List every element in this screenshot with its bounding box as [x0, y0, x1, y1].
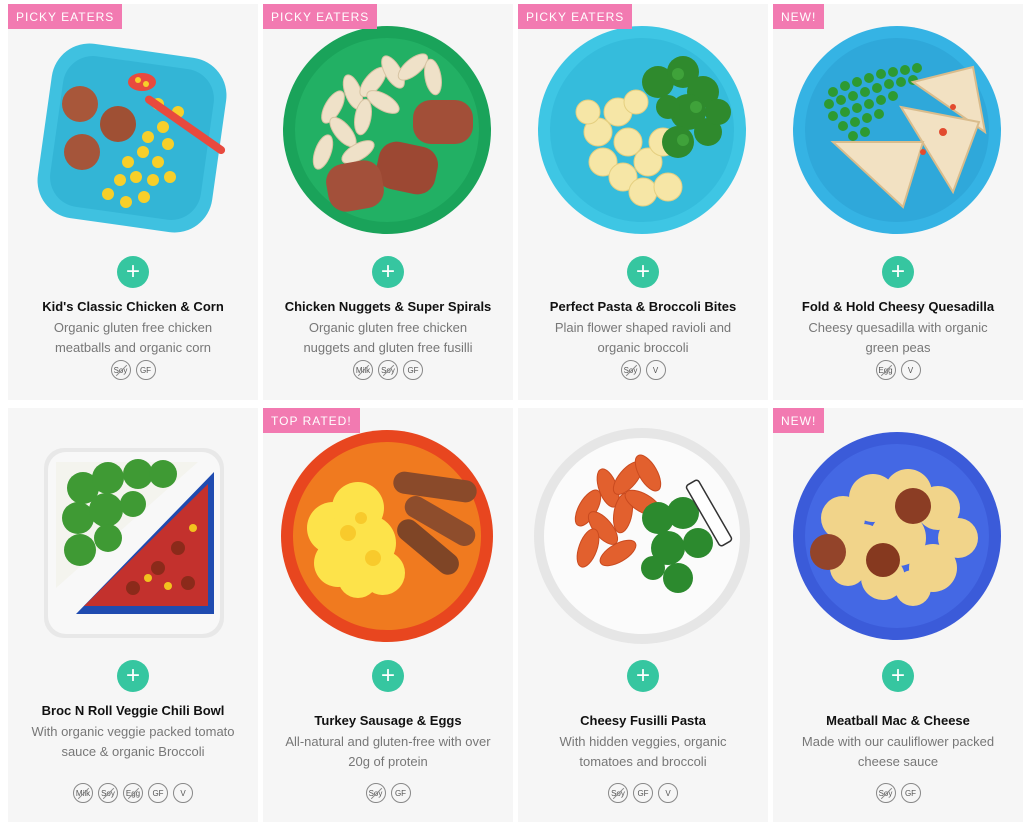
- meal-card-nuggets-spirals[interactable]: PICKY EATERS + Chicken Nuggets & Super S…: [263, 4, 513, 400]
- meal-image-fusilli: [534, 428, 750, 644]
- picky-eaters-badge: PICKY EATERS: [8, 4, 123, 29]
- meal-description: Organic gluten free chicken meatballs an…: [53, 320, 213, 355]
- meal-description: Plain flower shaped ravioli and organic …: [554, 320, 732, 355]
- dietary-tags: Soy GF V: [518, 783, 768, 803]
- meal-image-chicken-corn: [37, 43, 227, 233]
- add-to-cart-button[interactable]: +: [372, 660, 404, 692]
- gluten-free-tag: GF: [148, 783, 168, 803]
- soy-free-tag: Soy: [608, 783, 628, 803]
- picky-eaters-badge: PICKY EATERS: [263, 4, 378, 29]
- add-to-cart-button[interactable]: +: [117, 256, 149, 288]
- vegetarian-tag: V: [173, 783, 193, 803]
- soy-free-tag: Soy: [98, 783, 118, 803]
- dietary-tags: Milk Soy GF: [263, 360, 513, 380]
- dietary-tags: Soy GF: [263, 783, 513, 803]
- new-badge: NEW!: [773, 4, 825, 29]
- meal-image-pasta-broccoli: [538, 26, 746, 234]
- add-to-cart-button[interactable]: +: [117, 660, 149, 692]
- meal-card-sausage-eggs[interactable]: TOP RATED! + Turkey Sausage & Eggs All-n…: [263, 408, 513, 822]
- soy-free-tag: Soy: [110, 360, 131, 380]
- milk-free-tag: Milk: [353, 360, 373, 380]
- meal-name: Kid's Classic Chicken & Corn: [42, 299, 224, 314]
- meal-description: With hidden veggies, organic tomatoes an…: [559, 734, 727, 769]
- meal-name: Broc N Roll Veggie Chili Bowl: [41, 703, 225, 718]
- dietary-tags: Soy GF: [8, 360, 258, 380]
- add-to-cart-button[interactable]: +: [627, 256, 659, 288]
- gluten-free-tag: GF: [900, 783, 921, 803]
- dietary-tags: Egg V: [773, 360, 1023, 380]
- meal-card-meatball-mac[interactable]: NEW! + Meatball Mac & Cheese Made with o…: [773, 408, 1023, 822]
- soy-free-tag: Soy: [620, 360, 641, 380]
- meal-name: Chicken Nuggets & Super Spirals: [284, 299, 492, 314]
- picky-eaters-badge: PICKY EATERS: [518, 4, 633, 29]
- dietary-tags: Milk Soy Egg GF V: [8, 783, 258, 803]
- vegetarian-tag: V: [645, 360, 666, 380]
- add-to-cart-button[interactable]: +: [627, 660, 659, 692]
- egg-free-tag: Egg: [123, 783, 143, 803]
- gluten-free-tag: GF: [135, 360, 156, 380]
- meal-image-quesadilla: [793, 26, 1001, 234]
- milk-free-tag: Milk: [73, 783, 93, 803]
- new-badge: NEW!: [773, 408, 825, 433]
- meal-card-chili-bowl[interactable]: + Broc N Roll Veggie Chili Bowl With org…: [8, 408, 258, 822]
- meal-description: Cheesy quesadilla with organic green pea…: [808, 320, 988, 355]
- egg-free-tag: Egg: [875, 360, 896, 380]
- meal-name: Perfect Pasta & Broccoli Bites: [549, 299, 737, 314]
- gluten-free-tag: GF: [403, 360, 423, 380]
- meal-description: With organic veggie packed tomato sauce …: [31, 724, 235, 759]
- meal-name: Cheesy Fusilli Pasta: [580, 713, 706, 728]
- gluten-free-tag: GF: [390, 783, 411, 803]
- meal-grid: PICKY EATERS + Kid's Classic Chicken & C…: [0, 0, 1024, 826]
- meal-image-chili-bowl: [44, 448, 224, 638]
- gluten-free-tag: GF: [633, 783, 653, 803]
- top-rated-badge: TOP RATED!: [263, 408, 360, 433]
- soy-free-tag: Soy: [365, 783, 386, 803]
- meal-image-meatball-mac: [793, 432, 1001, 640]
- soy-free-tag: Soy: [378, 360, 398, 380]
- meal-image-sausage-eggs: [281, 430, 493, 642]
- add-to-cart-button[interactable]: +: [372, 256, 404, 288]
- meal-image-nuggets-spirals: [283, 26, 491, 234]
- meal-name: Fold & Hold Cheesy Quesadilla: [801, 299, 995, 314]
- soy-free-tag: Soy: [875, 783, 896, 803]
- meal-card-pasta-broccoli[interactable]: PICKY EATERS + Perfect Pasta & Broccoli …: [518, 4, 768, 400]
- meal-description: Made with our cauliflower packed cheese …: [801, 734, 995, 769]
- meal-card-chicken-corn[interactable]: PICKY EATERS + Kid's Classic Chicken & C…: [8, 4, 258, 400]
- dietary-tags: Soy GF: [773, 783, 1023, 803]
- meal-name: Meatball Mac & Cheese: [826, 713, 970, 728]
- meal-card-fusilli[interactable]: + Cheesy Fusilli Pasta With hidden veggi…: [518, 408, 768, 822]
- vegetarian-tag: V: [900, 360, 921, 380]
- add-to-cart-button[interactable]: +: [882, 256, 914, 288]
- meal-card-quesadilla[interactable]: NEW! + Fold & Hold Cheesy Quesadilla Che…: [773, 4, 1023, 400]
- meal-description: Organic gluten free chicken nuggets and …: [303, 320, 473, 355]
- add-to-cart-button[interactable]: +: [882, 660, 914, 692]
- meal-description: All-natural and gluten-free with over 20…: [285, 734, 491, 769]
- dietary-tags: Soy V: [518, 360, 768, 380]
- meal-name: Turkey Sausage & Eggs: [314, 713, 462, 728]
- vegetarian-tag: V: [658, 783, 678, 803]
